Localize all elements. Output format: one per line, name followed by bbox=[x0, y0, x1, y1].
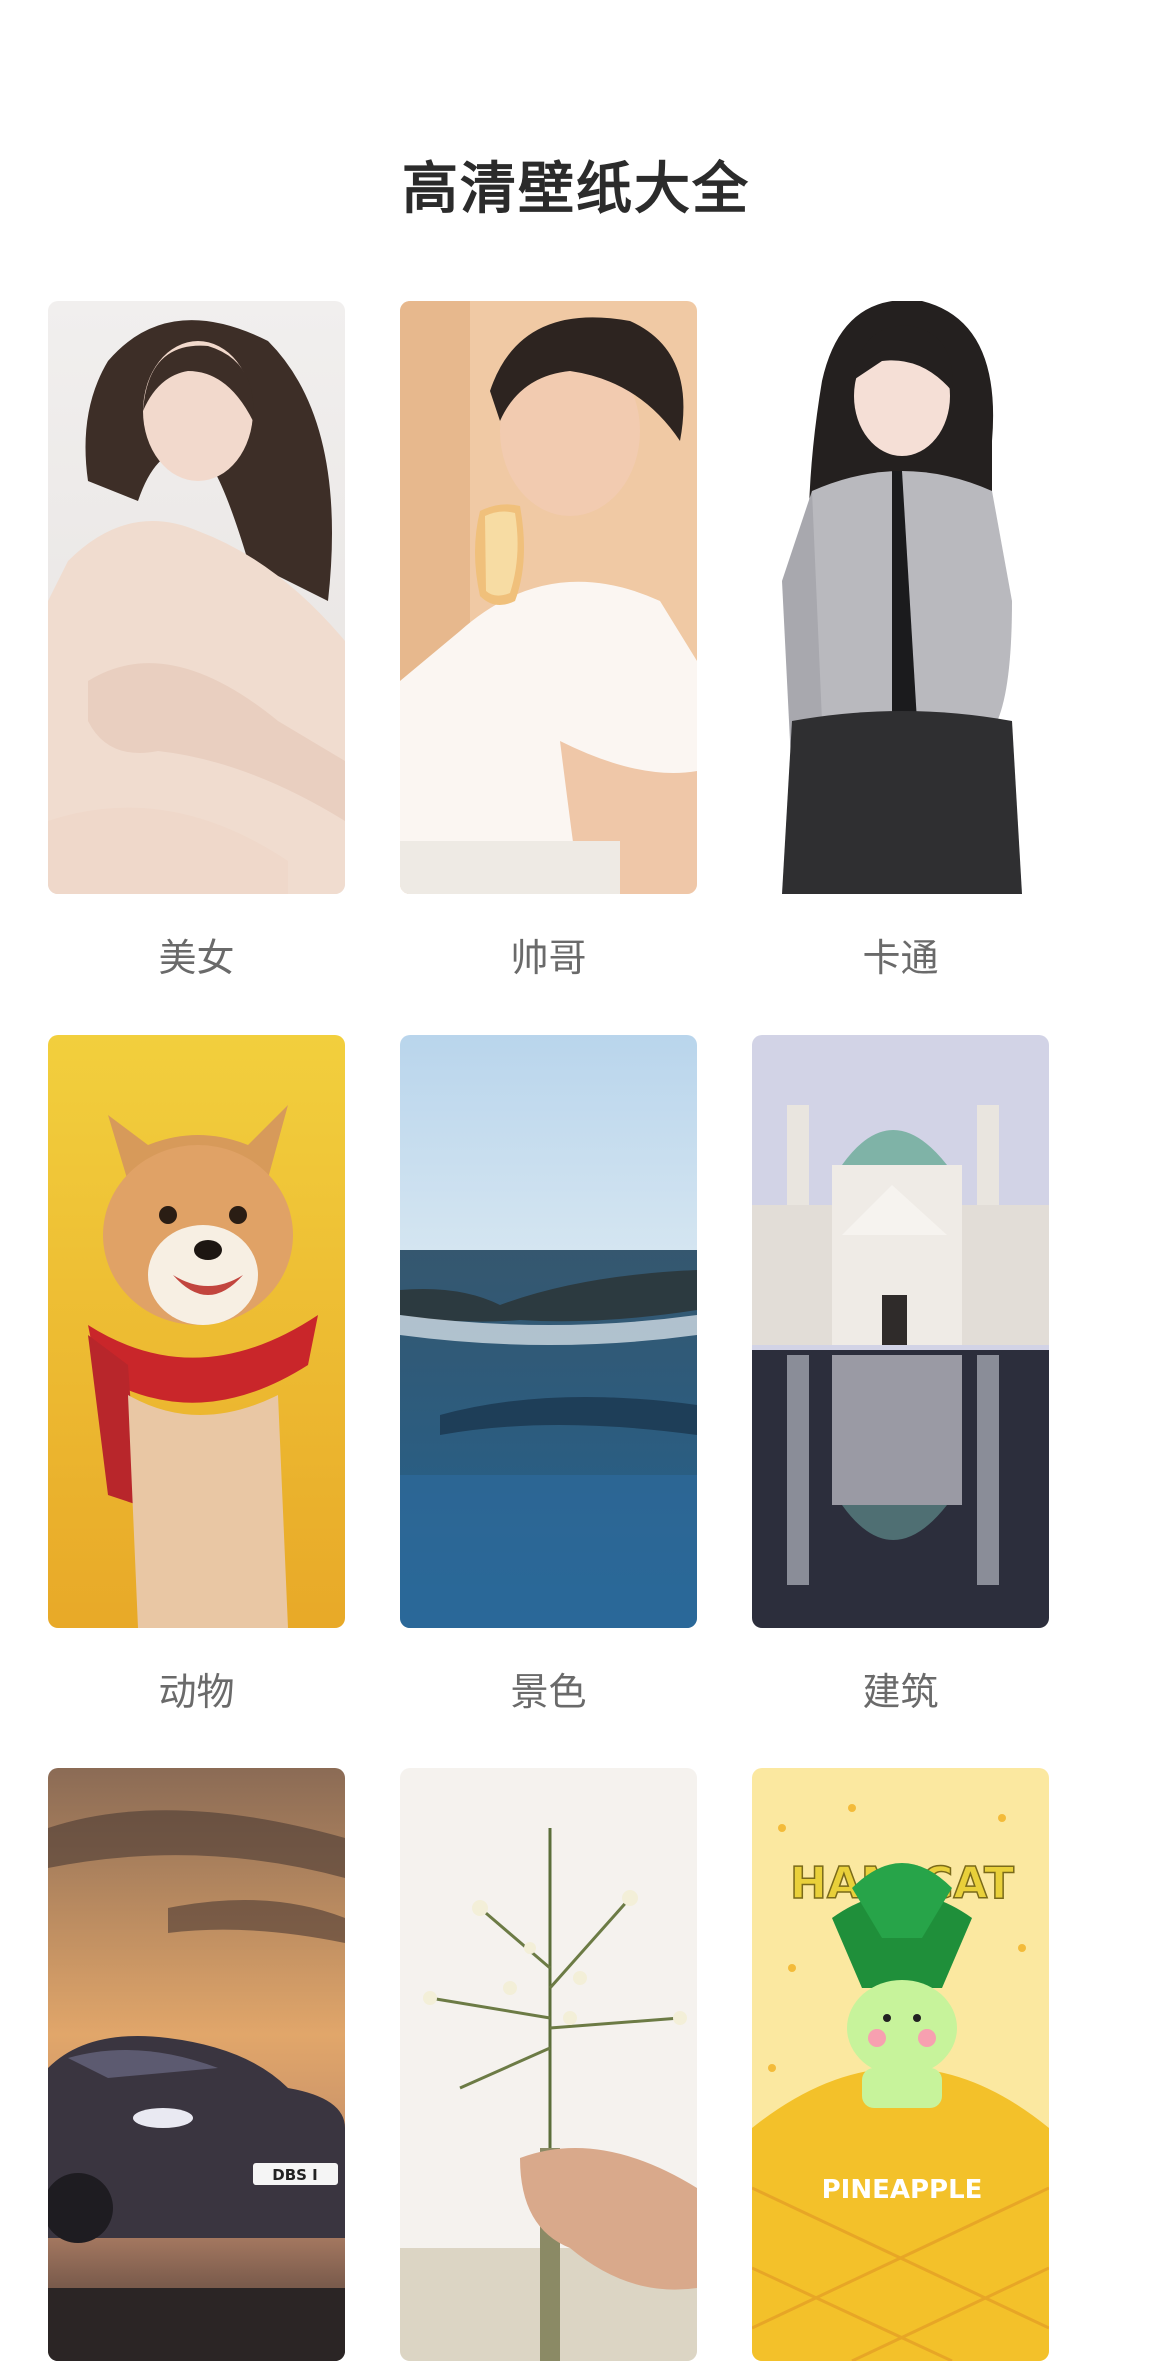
wildflower-bouquet-image bbox=[400, 1768, 697, 2361]
sports-car-image: DBS I bbox=[48, 1768, 345, 2361]
category-card-architecture[interactable] bbox=[752, 1035, 1049, 1628]
pineapple-cartoon-image: HAMICAT PINEAPPLE bbox=[752, 1768, 1049, 2361]
anime-girl-image bbox=[752, 301, 1049, 894]
category-label-handsome[interactable]: 帅哥 bbox=[400, 930, 697, 986]
category-card-pineapple[interactable]: HAMICAT PINEAPPLE bbox=[752, 1768, 1049, 2361]
portrait-man-image bbox=[400, 301, 697, 894]
category-label-architecture[interactable]: 建筑 bbox=[752, 1664, 1049, 1720]
category-card-cartoon[interactable] bbox=[752, 301, 1049, 894]
category-label-beauty[interactable]: 美女 bbox=[48, 930, 345, 986]
category-card-car[interactable]: DBS I bbox=[48, 1768, 345, 2361]
portrait-woman-image bbox=[48, 301, 345, 894]
ocean-waves-image bbox=[400, 1035, 697, 1628]
page-title: 高清壁纸大全 bbox=[402, 157, 750, 222]
shiba-dog-image bbox=[48, 1035, 345, 1628]
category-label-animal[interactable]: 动物 bbox=[48, 1664, 345, 1720]
category-card-scenery[interactable] bbox=[400, 1035, 697, 1628]
category-card-beauty[interactable] bbox=[48, 301, 345, 894]
category-label-cartoon[interactable]: 卡通 bbox=[752, 930, 1049, 986]
church-reflection-image bbox=[752, 1035, 1049, 1628]
category-card-handsome[interactable] bbox=[400, 301, 697, 894]
category-card-animal[interactable] bbox=[48, 1035, 345, 1628]
license-plate: DBS I bbox=[272, 2166, 318, 2184]
category-label-scenery[interactable]: 景色 bbox=[400, 1664, 697, 1720]
category-card-flowers[interactable] bbox=[400, 1768, 697, 2361]
pineapple-subtitle-text: PINEAPPLE bbox=[822, 2175, 983, 2205]
